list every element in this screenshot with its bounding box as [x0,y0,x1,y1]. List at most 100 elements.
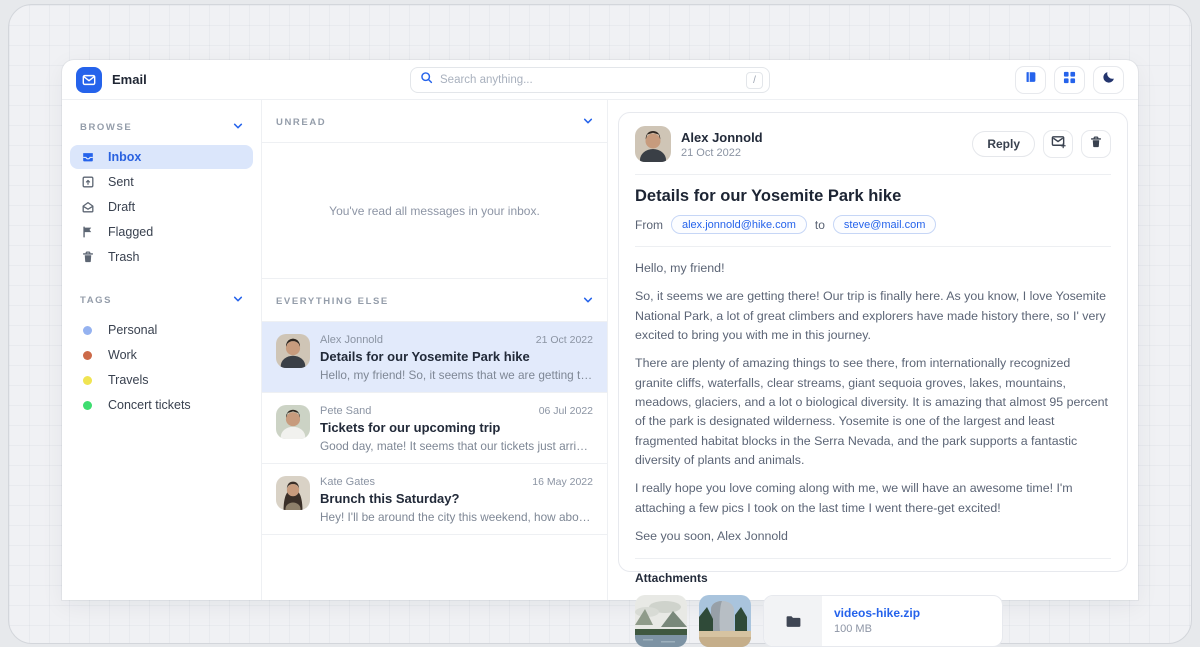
grid-icon [1063,71,1076,89]
mail-list-item[interactable]: Kate Gates 16 May 2022 Brunch this Satur… [262,464,607,535]
search-shortcut-badge: / [746,72,763,89]
sidebar-item-flagged[interactable]: Flagged [70,220,253,244]
sidebar-item-sent[interactable]: Sent [70,170,253,194]
divider [635,174,1111,175]
browse-section-header[interactable]: BROWSE [70,114,253,144]
trash-icon [1089,135,1103,154]
dark-mode-button[interactable] [1093,66,1124,94]
attachment-photo-half-dome[interactable] [699,595,751,647]
delete-mail-button[interactable] [1081,130,1111,158]
tag-label: Personal [108,323,157,337]
mail-date: 06 Jul 2022 [539,405,593,417]
book-icon [1024,70,1038,89]
moon-icon [1102,70,1116,89]
sidebar-item-label: Flagged [108,225,153,239]
sent-icon [80,175,95,189]
attachment-file-name[interactable]: videos-hike.zip [834,606,920,620]
tag-item-travels[interactable]: Travels [70,368,253,392]
everything-else-title: EVERYTHING ELSE [276,296,389,307]
avatar [276,405,310,439]
sidebar-item-inbox[interactable]: Inbox [70,145,253,169]
attachment-file-card[interactable]: videos-hike.zip 100 MB [763,595,1003,647]
tags-title: TAGS [80,295,112,306]
chevron-down-icon[interactable] [583,113,593,131]
app-title: Email [112,72,147,87]
email-app-window: Email / [62,60,1138,600]
unread-title: UNREAD [276,117,326,128]
tag-label: Concert tickets [108,398,191,412]
mail-subject: Brunch this Saturday? [320,491,593,506]
search-input[interactable] [440,74,739,86]
flag-icon [80,225,95,239]
mail-sender: Kate Gates [320,476,375,488]
inbox-icon [80,150,95,164]
tags-section-header[interactable]: TAGS [70,287,253,317]
mail-subject: Tickets for our upcoming trip [320,420,593,435]
reply-button[interactable]: Reply [972,131,1035,157]
header-actions [1015,66,1124,94]
unread-empty-message: You've read all messages in your inbox. [262,143,607,278]
tag-label: Travels [108,373,149,387]
tag-dot [83,326,92,335]
apps-grid-button[interactable] [1054,66,1085,94]
tag-item-personal[interactable]: Personal [70,318,253,342]
sidebar-item-label: Inbox [108,150,141,164]
avatar [276,334,310,368]
sidebar-item-label: Draft [108,200,135,214]
avatar [635,126,671,162]
chevron-down-icon[interactable] [233,291,243,309]
mail-detail-card: Alex Jonnold 21 Oct 2022 Reply [618,112,1128,572]
tag-item-work[interactable]: Work [70,343,253,367]
avatar [276,476,310,510]
mail-preview: Hello, my friend! So, it seems that we a… [320,368,593,382]
tag-label: Work [108,348,137,362]
mail-sender: Pete Sand [320,405,371,417]
body-paragraph: Hello, my friend! [635,259,1111,278]
browse-title: BROWSE [80,122,132,133]
tag-item-concert-tickets[interactable]: Concert tickets [70,393,253,417]
tag-dot [83,376,92,385]
sidebar-item-trash[interactable]: Trash [70,245,253,269]
mail-preview: Hey! I'll be around the city this weeken… [320,510,593,524]
divider [635,246,1111,247]
mail-date: 21 Oct 2022 [536,334,593,346]
body-paragraph: So, it seems we are getting there! Our t… [635,287,1111,345]
chevron-down-icon[interactable] [583,292,593,310]
mail-detail-column: Alex Jonnold 21 Oct 2022 Reply [608,100,1138,600]
mail-preview: Good day, mate! It seems that our ticket… [320,439,593,453]
tag-dot [83,351,92,360]
body-paragraph: See you soon, Alex Jonnold [635,527,1111,546]
to-label: to [815,218,825,232]
search-bar[interactable]: / [410,67,770,93]
sidebar-item-label: Sent [108,175,134,189]
detail-subject: Details for our Yosemite Park hike [635,187,1111,206]
mail-date: 16 May 2022 [532,476,593,488]
email-logo-icon [76,67,102,93]
tag-dot [83,401,92,410]
everything-else-section-header[interactable]: EVERYTHING ELSE [262,278,607,322]
detail-sender-name: Alex Jonnold [681,130,763,145]
from-email-chip[interactable]: alex.jonnold@hike.com [671,215,807,234]
mail-plus-icon [1051,134,1066,154]
mail-subject: Details for our Yosemite Park hike [320,349,593,364]
mail-list-item[interactable]: Pete Sand 06 Jul 2022 Tickets for our up… [262,393,607,464]
sidebar-item-label: Trash [108,250,140,264]
book-button[interactable] [1015,66,1046,94]
divider [635,558,1111,559]
attachments-title: Attachments [635,571,1111,585]
search-icon [420,71,433,89]
attachment-file-size: 100 MB [834,623,920,635]
trash-icon [80,250,95,264]
mail-list-item[interactable]: Alex Jonnold 21 Oct 2022 Details for our… [262,322,607,393]
sidebar: BROWSE Inbox Sent [62,100,262,600]
detail-date: 21 Oct 2022 [681,147,763,159]
sidebar-item-draft[interactable]: Draft [70,195,253,219]
mail-list-column: UNREAD You've read all messages in your … [262,100,608,600]
unread-section-header[interactable]: UNREAD [262,100,607,143]
body-paragraph: I really hope you love coming along with… [635,479,1111,518]
forward-mail-button[interactable] [1043,130,1073,158]
to-email-chip[interactable]: steve@mail.com [833,215,936,234]
attachment-photo-valley[interactable] [635,595,687,647]
body-paragraph: There are plenty of amazing things to se… [635,354,1111,470]
chevron-down-icon[interactable] [233,118,243,136]
